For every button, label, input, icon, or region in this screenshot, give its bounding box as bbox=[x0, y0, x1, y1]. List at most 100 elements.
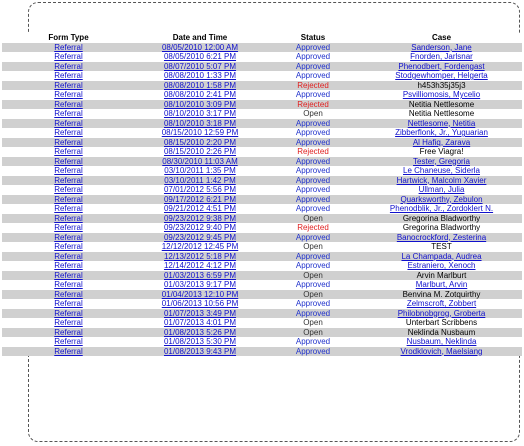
date-time-link[interactable]: 08/07/2010 5:07 PM bbox=[164, 62, 236, 71]
status-cell: Open bbox=[265, 109, 361, 119]
form-type-link[interactable]: Referral bbox=[54, 337, 82, 346]
date-time-link[interactable]: 12/14/2012 4:12 PM bbox=[164, 261, 236, 270]
form-type-link[interactable]: Referral bbox=[54, 290, 82, 299]
case-link[interactable]: Phenodbert, Fordengast bbox=[398, 62, 484, 71]
form-type-link[interactable]: Referral bbox=[54, 252, 82, 261]
date-time-link[interactable]: 08/15/2010 12:59 PM bbox=[162, 128, 239, 137]
date-time-link[interactable]: 01/08/2013 5:26 PM bbox=[164, 328, 236, 337]
form-type-link[interactable]: Referral bbox=[54, 147, 82, 156]
form-type-link[interactable]: Referral bbox=[54, 261, 82, 270]
date-time-link[interactable]: 08/08/2010 1:58 PM bbox=[164, 81, 236, 90]
form-type-link[interactable]: Referral bbox=[54, 119, 82, 128]
form-type-link[interactable]: Referral bbox=[54, 166, 82, 175]
form-type-link[interactable]: Referral bbox=[54, 195, 82, 204]
case-link[interactable]: Phenodblik, Jr., Zordoklert N. bbox=[390, 204, 493, 213]
status-cell: Approved bbox=[265, 204, 361, 214]
form-type-link[interactable]: Referral bbox=[54, 71, 82, 80]
form-type-link[interactable]: Referral bbox=[54, 318, 82, 327]
case-link[interactable]: Estraniero, Xenoch bbox=[407, 261, 475, 270]
form-type-link[interactable]: Referral bbox=[54, 214, 82, 223]
date-time-link[interactable]: 08/10/2010 3:17 PM bbox=[164, 109, 236, 118]
date-time-link[interactable]: 12/12/2012 12:45 PM bbox=[162, 242, 239, 251]
form-type-link[interactable]: Referral bbox=[54, 100, 82, 109]
case-link[interactable]: Ullman, Julia bbox=[419, 185, 465, 194]
case-link[interactable]: Zibberflonk, Jr., Yuguarian bbox=[395, 128, 488, 137]
form-type-link[interactable]: Referral bbox=[54, 271, 82, 280]
case-link[interactable]: Nusbaum, Neklinda bbox=[407, 337, 477, 346]
form-type-link[interactable]: Referral bbox=[54, 233, 82, 242]
date-time-link[interactable]: 08/15/2010 2:26 PM bbox=[164, 147, 236, 156]
form-type-cell: Referral bbox=[2, 109, 135, 119]
case-link[interactable]: Quarksworthy, Zebulon bbox=[400, 195, 482, 204]
date-time-cell: 08/07/2010 5:07 PM bbox=[135, 61, 265, 71]
date-time-link[interactable]: 08/05/2010 12:00 AM bbox=[162, 43, 238, 52]
date-time-cell: 03/10/2011 1:42 PM bbox=[135, 175, 265, 185]
form-type-cell: Referral bbox=[2, 99, 135, 109]
form-type-link[interactable]: Referral bbox=[54, 109, 82, 118]
date-time-link[interactable]: 08/08/2010 2:41 PM bbox=[164, 90, 236, 99]
case-link[interactable]: Marlburt, Arvin bbox=[416, 280, 468, 289]
date-time-link[interactable]: 01/06/2013 10:56 PM bbox=[162, 299, 239, 308]
form-type-link[interactable]: Referral bbox=[54, 52, 82, 61]
date-time-link[interactable]: 01/07/2013 3:49 PM bbox=[164, 309, 236, 318]
case-link[interactable]: Vrodklovich, Maelsiang bbox=[401, 347, 483, 356]
form-type-link[interactable]: Referral bbox=[54, 309, 82, 318]
status-text: Approved bbox=[295, 337, 331, 346]
case-link[interactable]: Al Hafiq, Zarava bbox=[413, 138, 470, 147]
date-time-link[interactable]: 09/21/2012 4:51 PM bbox=[164, 204, 236, 213]
form-type-link[interactable]: Referral bbox=[54, 43, 82, 52]
date-time-link[interactable]: 01/08/2013 5:30 PM bbox=[164, 337, 236, 346]
form-type-link[interactable]: Referral bbox=[54, 280, 82, 289]
date-time-cell: 12/14/2012 4:12 PM bbox=[135, 261, 265, 271]
form-type-link[interactable]: Referral bbox=[54, 204, 82, 213]
case-link[interactable]: Zelmscroft, Zobbert bbox=[407, 299, 476, 308]
date-time-link[interactable]: 09/23/2012 9:45 PM bbox=[164, 233, 236, 242]
date-time-link[interactable]: 08/15/2010 2:20 PM bbox=[164, 138, 236, 147]
date-time-link[interactable]: 09/23/2012 9:38 PM bbox=[164, 214, 236, 223]
case-link[interactable]: Fnorden, Jarlsnar bbox=[410, 52, 473, 61]
case-link[interactable]: Stodgewhomper, Helgerta bbox=[395, 71, 488, 80]
case-link[interactable]: Le Chaneuse, Siderla bbox=[403, 166, 480, 175]
date-time-link[interactable]: 09/23/2012 9:40 PM bbox=[164, 223, 236, 232]
form-type-link[interactable]: Referral bbox=[54, 138, 82, 147]
case-link[interactable]: Hartwick, Malcolm Xavier bbox=[397, 176, 487, 185]
status-text: Approved bbox=[295, 299, 331, 308]
form-type-link[interactable]: Referral bbox=[54, 128, 82, 137]
case-link[interactable]: Tester, Gregoria bbox=[413, 157, 470, 166]
date-time-link[interactable]: 08/08/2010 1:33 PM bbox=[164, 71, 236, 80]
form-type-link[interactable]: Referral bbox=[54, 347, 82, 356]
form-type-link[interactable]: Referral bbox=[54, 81, 82, 90]
form-type-link[interactable]: Referral bbox=[54, 185, 82, 194]
case-text: Gregorina Bladworthy bbox=[402, 213, 481, 223]
case-link[interactable]: Sanderson, Jane bbox=[411, 43, 472, 52]
case-link[interactable]: Philobnobgrog, Groberta bbox=[398, 309, 486, 318]
case-link[interactable]: La Champada, Audrea bbox=[401, 252, 481, 261]
form-type-link[interactable]: Referral bbox=[54, 223, 82, 232]
form-type-link[interactable]: Referral bbox=[54, 176, 82, 185]
form-type-cell: Referral bbox=[2, 318, 135, 328]
form-type-link[interactable]: Referral bbox=[54, 242, 82, 251]
form-type-link[interactable]: Referral bbox=[54, 157, 82, 166]
date-time-link[interactable]: 01/03/2013 6:59 PM bbox=[164, 271, 236, 280]
date-time-link[interactable]: 07/01/2012 5:56 PM bbox=[164, 185, 236, 194]
form-type-link[interactable]: Referral bbox=[54, 299, 82, 308]
date-time-link[interactable]: 08/05/2010 6:21 PM bbox=[164, 52, 236, 61]
form-type-link[interactable]: Referral bbox=[54, 62, 82, 71]
date-time-link[interactable]: 03/10/2011 1:35 PM bbox=[164, 166, 235, 175]
form-type-link[interactable]: Referral bbox=[54, 328, 82, 337]
form-type-link[interactable]: Referral bbox=[54, 90, 82, 99]
date-time-link[interactable]: 09/17/2012 6:21 PM bbox=[164, 195, 236, 204]
date-time-link[interactable]: 08/10/2010 3:09 PM bbox=[164, 100, 236, 109]
case-link[interactable]: Nettlesome, Netitia bbox=[408, 119, 476, 128]
date-time-link[interactable]: 08/30/2010 11:03 AM bbox=[162, 157, 237, 166]
date-time-link[interactable]: 01/04/2013 12:10 PM bbox=[162, 290, 239, 299]
date-time-link[interactable]: 12/13/2012 5:18 PM bbox=[164, 252, 236, 261]
case-cell: Neklinda Nusbaum bbox=[361, 327, 522, 337]
case-link[interactable]: Psvilliomosis, Mycelio bbox=[403, 90, 480, 99]
date-time-link[interactable]: 08/10/2010 3:18 PM bbox=[164, 119, 236, 128]
date-time-link[interactable]: 01/08/2013 9:43 PM bbox=[164, 347, 236, 356]
date-time-link[interactable]: 01/07/2013 4:01 PM bbox=[164, 318, 236, 327]
case-link[interactable]: Banocrockford, Zesterina bbox=[397, 233, 486, 242]
date-time-link[interactable]: 01/03/2013 9:17 PM bbox=[164, 280, 236, 289]
date-time-link[interactable]: 03/10/2011 1:42 PM bbox=[164, 176, 235, 185]
